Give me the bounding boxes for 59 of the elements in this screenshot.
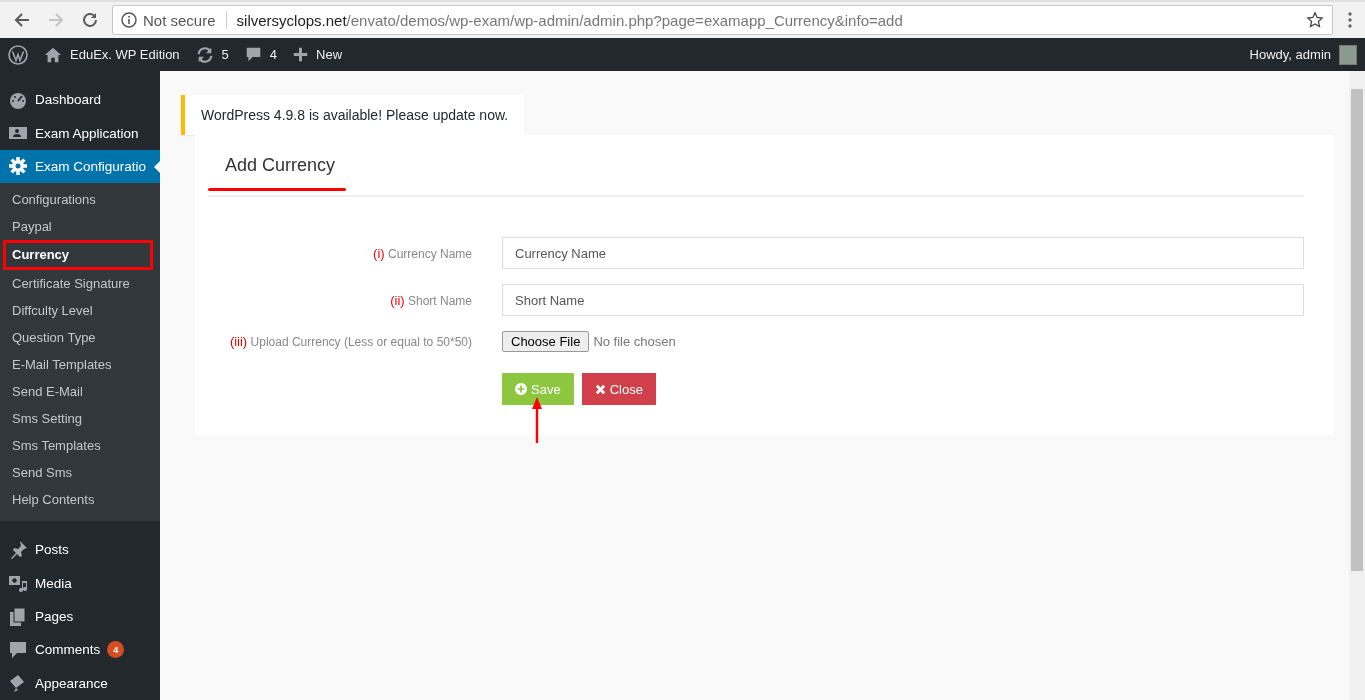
menu-icon[interactable] xyxy=(1347,10,1353,30)
avatar xyxy=(1339,44,1357,65)
sidebar-item[interactable]: Media xyxy=(0,566,160,600)
current-menu-pointer xyxy=(154,160,160,173)
speech-bubble-icon xyxy=(244,46,262,63)
gear-icon xyxy=(8,156,28,177)
pages-icon xyxy=(8,606,28,627)
security-label: Not secure xyxy=(143,11,216,29)
url-path: /envato/demos/wp-exam/wp-admin/admin.php?page=examapp_Currency&info=add xyxy=(346,11,903,29)
refresh-icon xyxy=(195,45,214,64)
sidebar-item[interactable]: Appearance xyxy=(0,666,160,700)
account-link[interactable]: Howdy, admin xyxy=(1249,44,1357,65)
updates-link[interactable]: 5 xyxy=(195,45,229,64)
submenu-item[interactable]: Sms Setting xyxy=(0,405,155,433)
submenu-item[interactable]: E-Mail Templates xyxy=(0,351,155,379)
close-icon xyxy=(594,383,606,395)
field-label: (ii) Short Name xyxy=(389,292,472,308)
plus-circle-icon xyxy=(515,383,527,395)
sidebar-item[interactable]: Posts xyxy=(0,533,160,567)
comments-link[interactable]: 4 xyxy=(244,46,278,63)
submenu-item[interactable]: Send E-Mail xyxy=(0,378,155,406)
submenu-item[interactable]: Question Type xyxy=(0,324,155,352)
submenu-item[interactable]: Configurations xyxy=(0,186,155,214)
url-domain: silversyclops.net xyxy=(236,11,347,29)
reload-icon[interactable] xyxy=(80,10,100,30)
choose-file-button[interactable]: Choose File xyxy=(502,331,590,352)
new-link[interactable]: New xyxy=(293,47,343,62)
media-icon xyxy=(8,573,28,594)
address-bar[interactable]: Not secure silversyclops.net/envato/demos/wp-exam/wp-admin/admin.php?page=examapp_Currency&info=add xyxy=(112,5,1333,35)
form-title: Add Currency xyxy=(225,155,337,176)
text-field[interactable]: Short Name xyxy=(502,284,1304,316)
submenu-item[interactable]: Certificate Signature xyxy=(0,270,155,298)
comments-icon xyxy=(8,639,28,660)
wordpress-logo-icon[interactable] xyxy=(8,44,28,65)
sidebar-item[interactable]: Dashboard xyxy=(0,83,160,117)
submenu-item[interactable]: Diffculty Level xyxy=(0,297,155,325)
submenu-item[interactable]: Currency xyxy=(3,240,153,271)
file-status: No file chosen xyxy=(593,334,676,349)
sidebar-item[interactable]: Exam Application xyxy=(0,116,160,150)
home-icon xyxy=(44,45,62,64)
scrollbar-thumb[interactable] xyxy=(1351,89,1363,571)
field-label: (i) Currency Name xyxy=(372,245,472,261)
submenu-item[interactable]: Paypal xyxy=(0,213,155,241)
field-label: (iii) Upload Currency (Less or equal to 50*50) xyxy=(228,334,472,349)
plus-icon xyxy=(293,47,309,62)
update-notice: WordPress 4.9.8 is available! Please update now. xyxy=(181,95,525,135)
info-icon xyxy=(121,12,137,28)
submenu-item[interactable]: Help Contents xyxy=(0,486,155,514)
text-field[interactable]: Currency Name xyxy=(502,237,1304,269)
sidebar-item[interactable]: Exam Configuratio xyxy=(0,149,160,184)
count-badge: 4 xyxy=(107,641,125,659)
site-link[interactable]: EduEx. WP Edition xyxy=(44,45,180,64)
submenu-item[interactable]: Send Sms xyxy=(0,459,155,487)
sidebar-item[interactable]: Pages xyxy=(0,599,160,634)
star-icon[interactable] xyxy=(1306,11,1324,29)
submenu-item[interactable]: Sms Templates xyxy=(0,432,155,460)
sidebar-item[interactable]: Comments 4 xyxy=(0,633,160,667)
close-button[interactable]: Close xyxy=(581,373,656,405)
scrollbar[interactable] xyxy=(1349,71,1365,700)
